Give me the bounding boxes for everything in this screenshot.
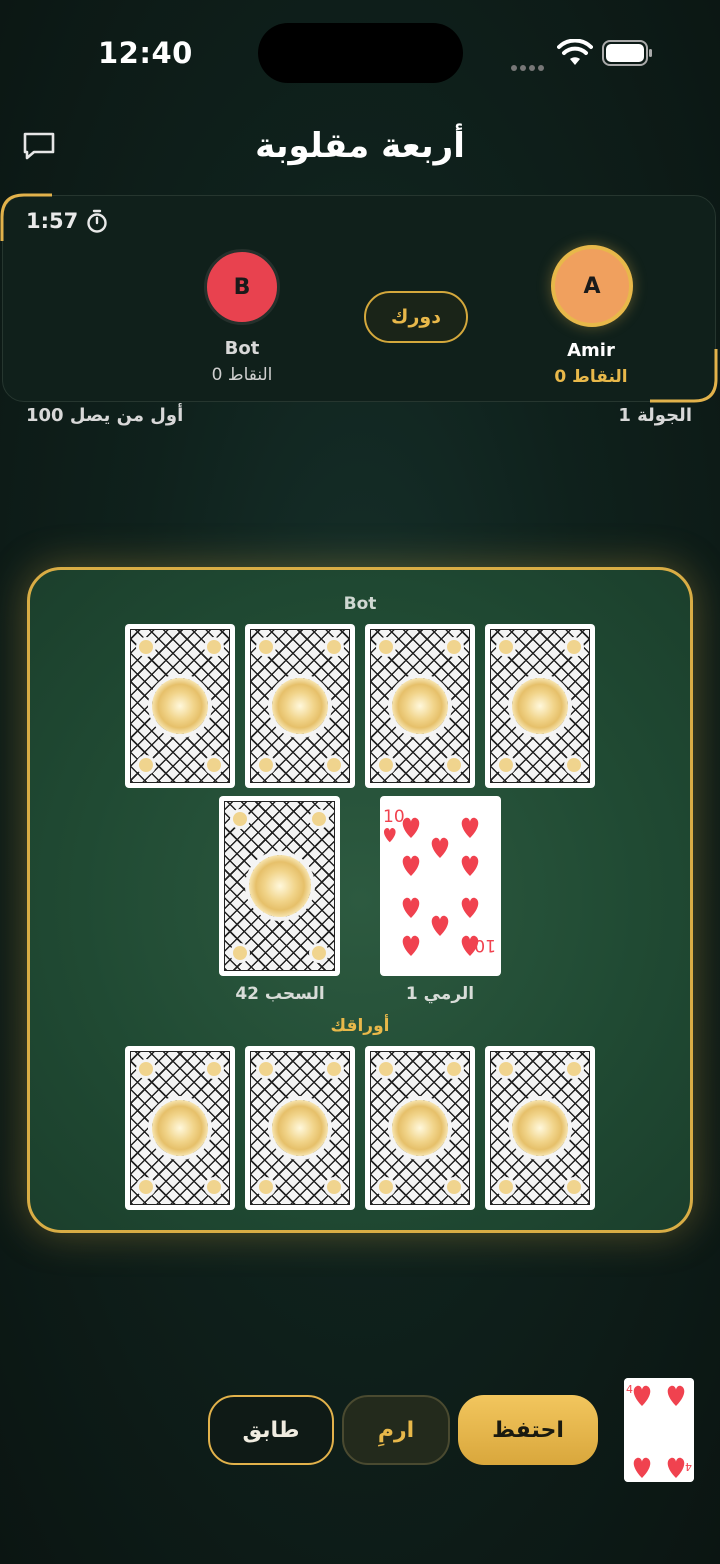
goal-label: أول من يصل 100 <box>26 405 184 426</box>
your-card[interactable] <box>245 1046 355 1210</box>
player-avatar: A <box>551 245 633 327</box>
draw-pile[interactable] <box>219 796 340 976</box>
signal-icon <box>511 56 549 71</box>
opponent-points: النقاط 0 <box>211 365 273 385</box>
discard-pile-label: 1 الرمي <box>405 984 475 1004</box>
your-card[interactable] <box>365 1046 475 1210</box>
player-points: النقاط 0 <box>554 367 628 387</box>
svg-text:4: 4 <box>685 1460 692 1473</box>
battery-icon <box>602 40 652 66</box>
opponent-name: Bot <box>224 338 260 359</box>
your-card[interactable] <box>125 1046 235 1210</box>
throw-button[interactable]: ارمِ <box>342 1395 450 1465</box>
draw-pile-label: 42 السحب <box>235 984 325 1004</box>
opponent-card <box>365 624 475 788</box>
opponent-card <box>485 624 595 788</box>
dynamic-island <box>258 23 463 83</box>
drawn-card[interactable]: 4 4 <box>624 1378 694 1482</box>
stopwatch-icon <box>87 209 107 233</box>
svg-text:10: 10 <box>474 935 496 955</box>
opponent-hand-label: Bot <box>343 594 377 614</box>
your-cards-label: أوراقك <box>330 1016 390 1036</box>
turn-timer: 1:57 <box>26 209 79 233</box>
round-label: الجولة 1 <box>618 405 692 426</box>
opponent-card <box>125 624 235 788</box>
discard-pile-card[interactable]: 10 10 <box>380 796 501 976</box>
wifi-icon <box>557 39 593 65</box>
match-button[interactable]: طابق <box>208 1395 334 1465</box>
keep-button[interactable]: احتفظ <box>458 1395 598 1465</box>
status-time: 12:40 <box>98 36 193 70</box>
svg-text:10: 10 <box>383 807 405 827</box>
your-card[interactable] <box>485 1046 595 1210</box>
svg-text:4: 4 <box>626 1383 633 1396</box>
page-title: أربعة مقلوبة <box>255 126 465 166</box>
opponent-avatar: B <box>204 249 280 325</box>
opponent-card <box>245 624 355 788</box>
turn-badge: دورك <box>364 291 468 343</box>
player-name: Amir <box>567 340 615 361</box>
